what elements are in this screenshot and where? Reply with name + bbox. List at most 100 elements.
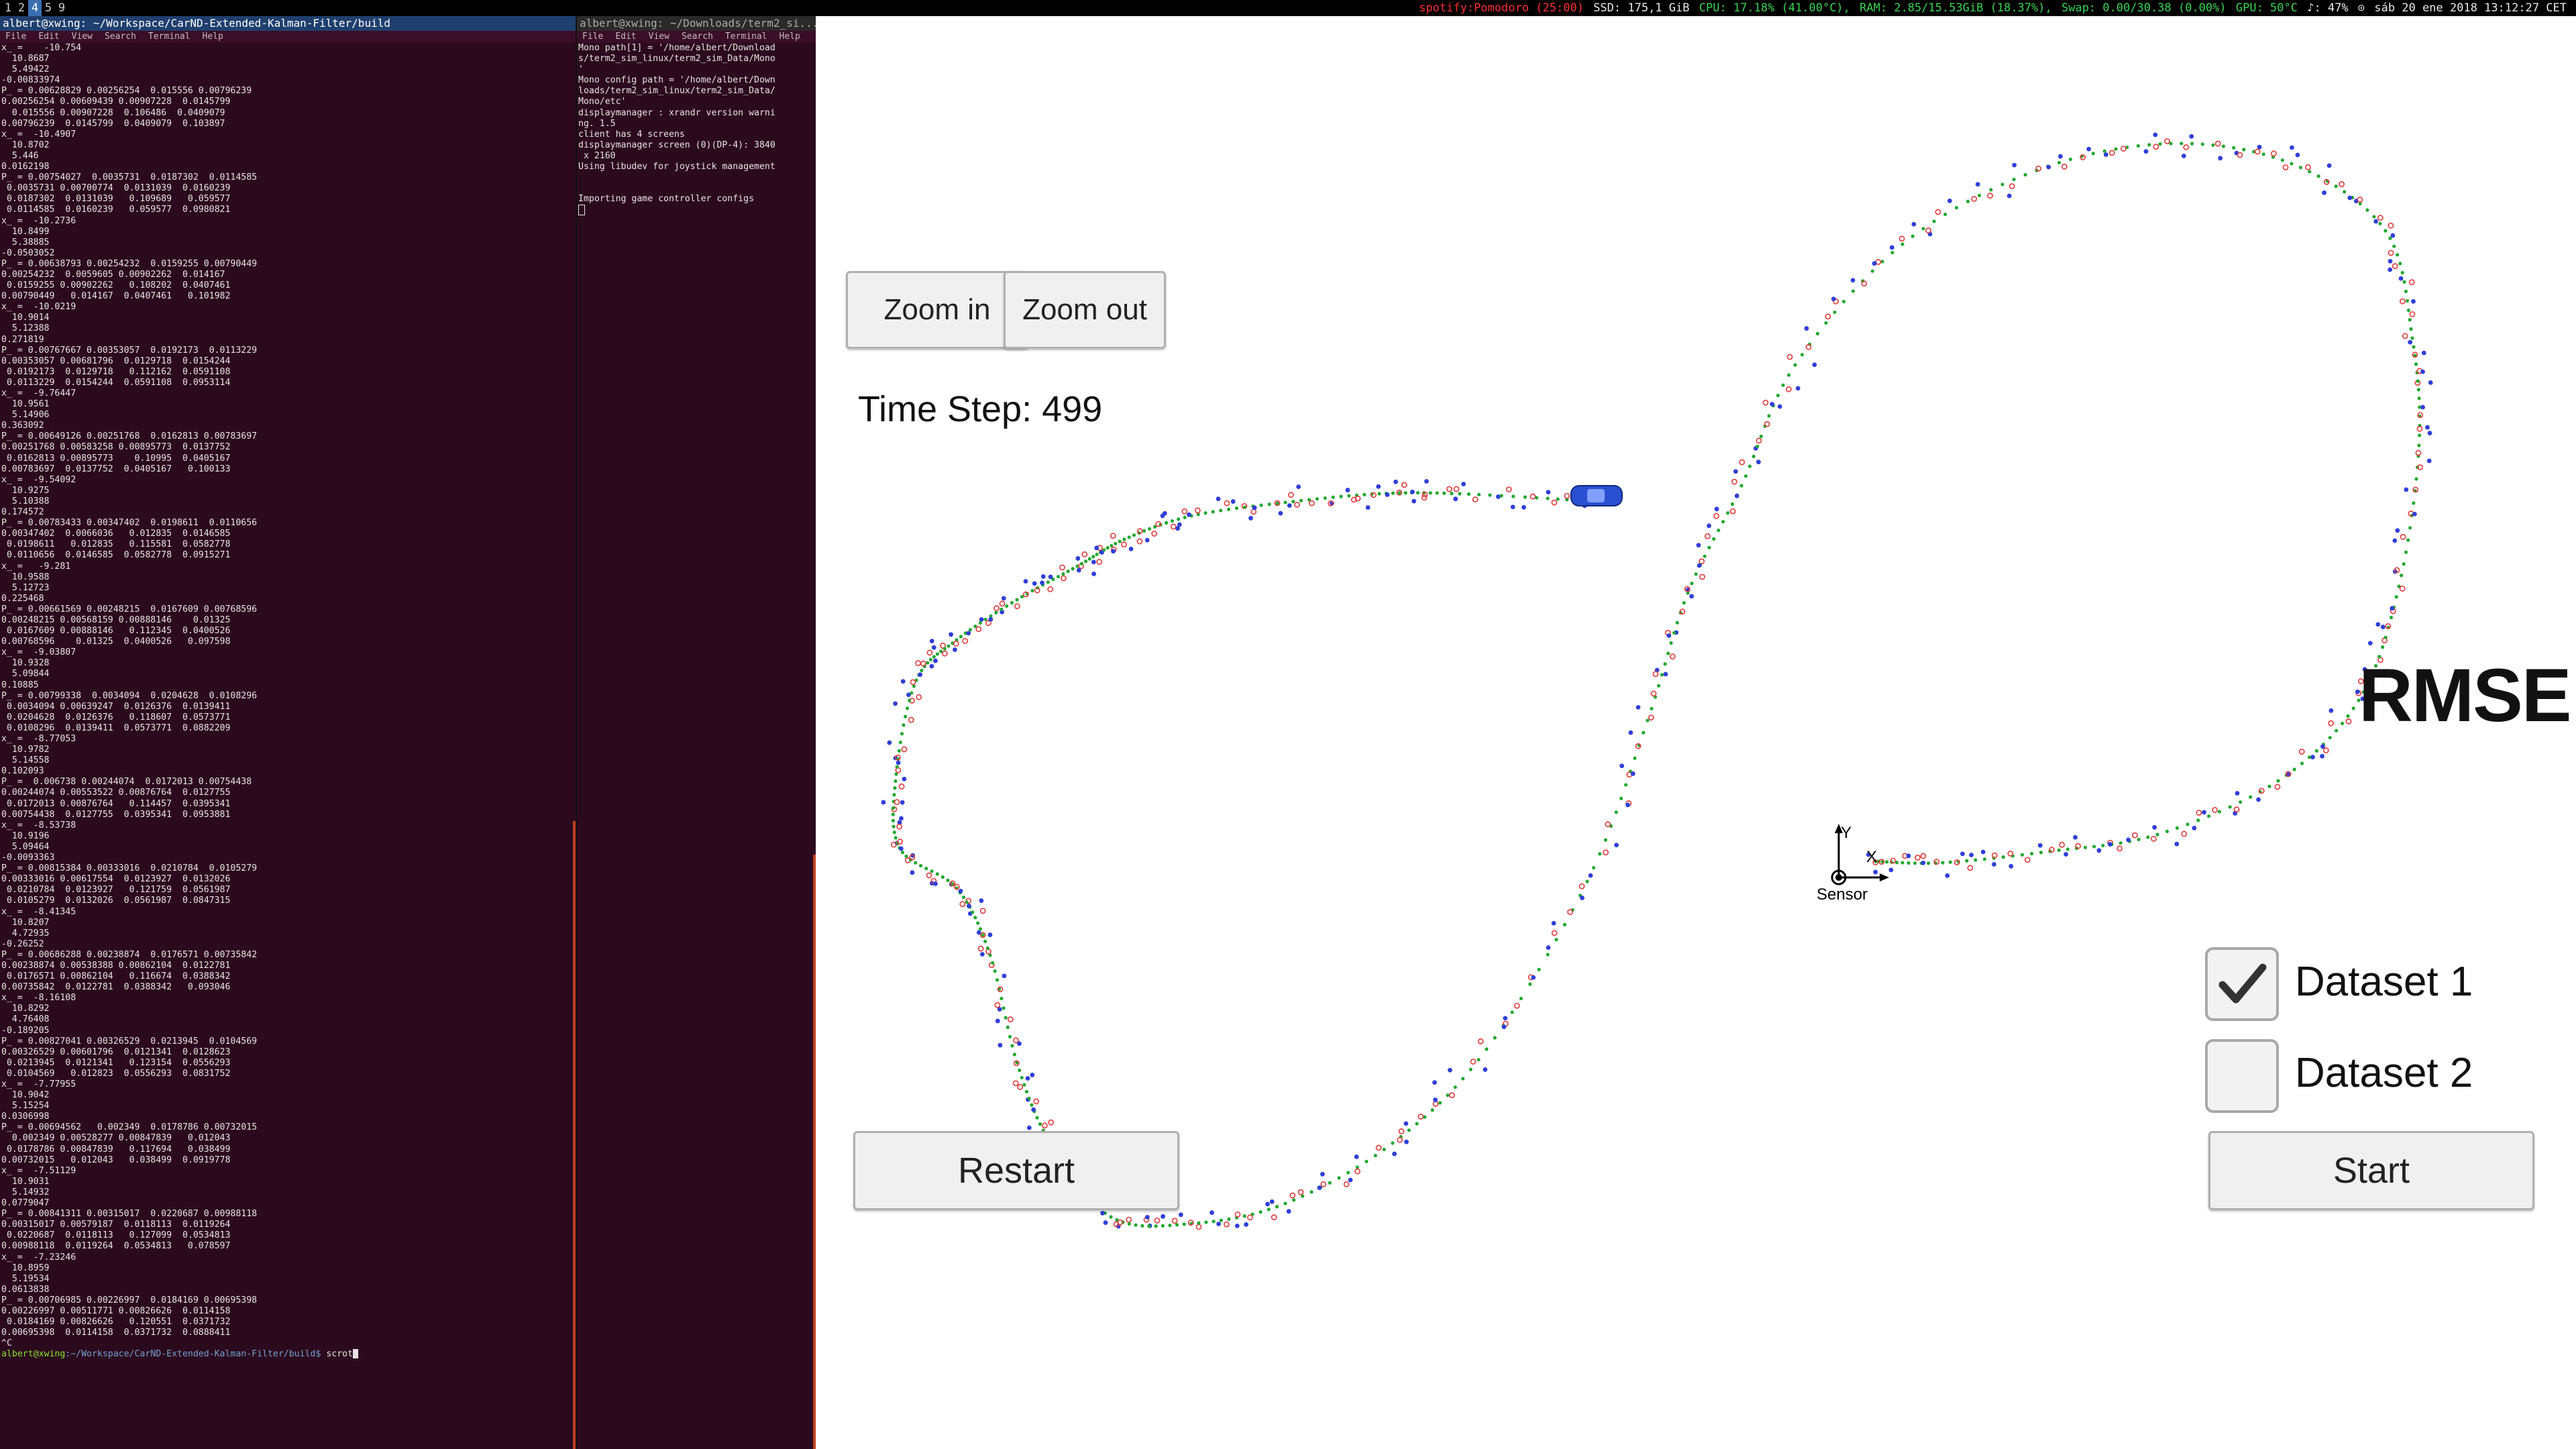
zoom-in-button[interactable]: Zoom in — [846, 271, 1028, 349]
lidar-measurement-marker — [1699, 558, 1705, 565]
menu-edit[interactable]: Edit — [615, 32, 636, 42]
lidar-measurement-marker — [1126, 1216, 1132, 1223]
workspace-1[interactable]: 1 — [1, 0, 15, 16]
lidar-measurement-marker — [1195, 1224, 1202, 1230]
ground-truth-marker — [2186, 822, 2190, 826]
radar-measurement-marker — [929, 639, 934, 644]
menu-terminal[interactable]: Terminal — [148, 32, 191, 42]
terminal-line: 0.00347402 0.0066036 0.012835 0.0146585 — [1, 529, 231, 539]
ground-truth-marker — [1717, 528, 1721, 533]
terminal-line: 0.271819 — [1, 334, 44, 345]
lidar-measurement-marker — [1059, 564, 1065, 571]
zoom-out-button[interactable]: Zoom out — [1004, 271, 1166, 349]
radar-measurement-marker — [1770, 402, 1775, 407]
radar-measurement-marker — [1286, 1209, 1291, 1214]
ground-truth-marker — [961, 896, 966, 900]
radar-measurement-marker — [1234, 1223, 1240, 1228]
menu-terminal[interactable]: Terminal — [725, 32, 767, 42]
terminal-simulator-log[interactable]: albert@xwing: ~/Downloads/term2_si...sel… — [577, 16, 816, 1449]
terminal-line: 0.0613838 — [1, 1284, 50, 1295]
lidar-measurement-marker — [1042, 1122, 1048, 1129]
terminal-line: P_ = 0.00841311 0.00315017 0.0220687 0.0… — [1, 1209, 258, 1220]
radar-measurement-marker — [1795, 386, 1801, 391]
dataset-2-checkbox[interactable] — [2205, 1039, 2279, 1113]
terminal-ekf-output[interactable]: albert@xwing: ~/Workspace/CarND-Extended… — [0, 16, 577, 1449]
axis-y-label: Y — [1841, 824, 1852, 842]
ground-truth-marker — [2020, 853, 2025, 857]
workspace-9[interactable]: 9 — [55, 0, 68, 16]
lidar-measurement-marker — [916, 694, 922, 700]
terminal-line: 0.0204628 0.0126376 0.118607 0.0573771 — [1, 712, 231, 722]
ground-truth-marker — [2343, 190, 2347, 194]
lidar-measurement-marker — [1289, 1192, 1296, 1199]
ground-truth-marker — [2092, 845, 2096, 849]
menu-view[interactable]: View — [72, 32, 93, 42]
menu-help[interactable]: Help — [780, 32, 800, 42]
menu-file[interactable]: File — [5, 32, 26, 42]
ground-truth-marker — [1485, 1047, 1489, 1051]
menu-edit[interactable]: Edit — [38, 32, 59, 42]
terminal-line: x_ = -7.77955 — [1, 1079, 76, 1089]
radar-measurement-marker — [1756, 460, 1761, 465]
workspace-4[interactable]: 4 — [28, 0, 42, 16]
terminal-prompt-line[interactable]: albert@xwing:~/Workspace/CarND-Extended-… — [0, 1349, 576, 1360]
radar-measurement-marker — [1216, 496, 1221, 502]
lidar-measurement-marker — [1309, 500, 1315, 506]
terminal-line: P_ = 0.00661569 0.00248215 0.0167609 0.0… — [1, 604, 258, 614]
ground-truth-marker — [1030, 588, 1034, 593]
ground-truth-marker — [1614, 810, 1618, 814]
terminal-line: 0.00768596 0.01325 0.0400526 0.097598 — [1, 637, 231, 647]
lidar-measurement-marker — [1110, 533, 1116, 539]
terminal-line: x_ = -9.281 — [1, 561, 71, 572]
scrollbar[interactable] — [573, 821, 576, 1449]
terminal-line: 0.0176571 0.00862104 0.116674 0.0388342 — [1, 971, 231, 982]
menu-search[interactable]: Search — [682, 32, 713, 42]
ground-truth-marker — [1373, 1153, 1377, 1158]
restart-button[interactable]: Restart — [853, 1131, 1179, 1210]
terminal-line: 0.00256254 0.00609439 0.00907228 0.01457… — [1, 97, 231, 107]
ground-truth-marker — [1403, 491, 1407, 495]
ground-truth-marker — [2404, 550, 2408, 554]
menu-search[interactable]: Search — [105, 32, 136, 42]
dataset-1-label[interactable]: Dataset 1 — [2295, 958, 2473, 1006]
ground-truth-marker — [1309, 1190, 1313, 1194]
workspace-5[interactable]: 5 — [42, 0, 55, 16]
lidar-measurement-marker — [2408, 279, 2415, 285]
workspace-2[interactable]: 2 — [15, 0, 28, 16]
terminal-line: 0.0108296 0.0139411 0.0573771 0.0882209 — [1, 722, 231, 733]
radar-measurement-marker — [2347, 195, 2353, 201]
dataset-1-checkbox[interactable] — [2205, 947, 2279, 1021]
lidar-measurement-marker — [2392, 263, 2398, 270]
radar-measurement-marker — [933, 881, 938, 886]
ground-truth-marker — [1528, 982, 1532, 986]
radar-measurement-marker — [1345, 488, 1350, 492]
ground-truth-marker — [1752, 454, 1756, 459]
radar-measurement-marker — [979, 952, 985, 957]
menu-view[interactable]: View — [649, 32, 669, 42]
ground-truth-marker — [1008, 1034, 1012, 1039]
radar-measurement-marker — [1040, 574, 1046, 579]
ground-truth-marker — [1024, 1089, 1029, 1093]
dataset-2-label[interactable]: Dataset 2 — [2295, 1049, 2473, 1097]
lidar-measurement-marker — [2181, 830, 2188, 837]
radar-measurement-marker — [1992, 862, 1996, 867]
ground-truth-marker — [1030, 1103, 1034, 1107]
ground-truth-marker — [2308, 755, 2312, 759]
start-button[interactable]: Start — [2208, 1131, 2534, 1210]
lidar-measurement-marker — [898, 783, 905, 790]
ground-truth-marker — [1642, 731, 1646, 735]
terminal-line: 10.9042 — [1, 1090, 50, 1101]
ground-truth-marker — [891, 818, 896, 822]
checkmark-icon — [2218, 963, 2267, 1004]
menu-file[interactable]: File — [582, 32, 603, 42]
prompt-command: scrot — [321, 1349, 354, 1360]
ground-truth-marker — [1554, 938, 1558, 942]
ground-truth-marker — [894, 836, 898, 840]
menu-help[interactable]: Help — [203, 32, 223, 42]
ground-truth-marker — [1941, 861, 1945, 865]
ground-truth-marker — [1435, 491, 1439, 495]
ground-truth-marker — [1598, 852, 1602, 856]
ground-truth-marker — [1027, 1096, 1031, 1100]
lidar-measurement-marker — [2059, 841, 2065, 848]
lidar-measurement-marker — [1246, 1214, 1253, 1221]
